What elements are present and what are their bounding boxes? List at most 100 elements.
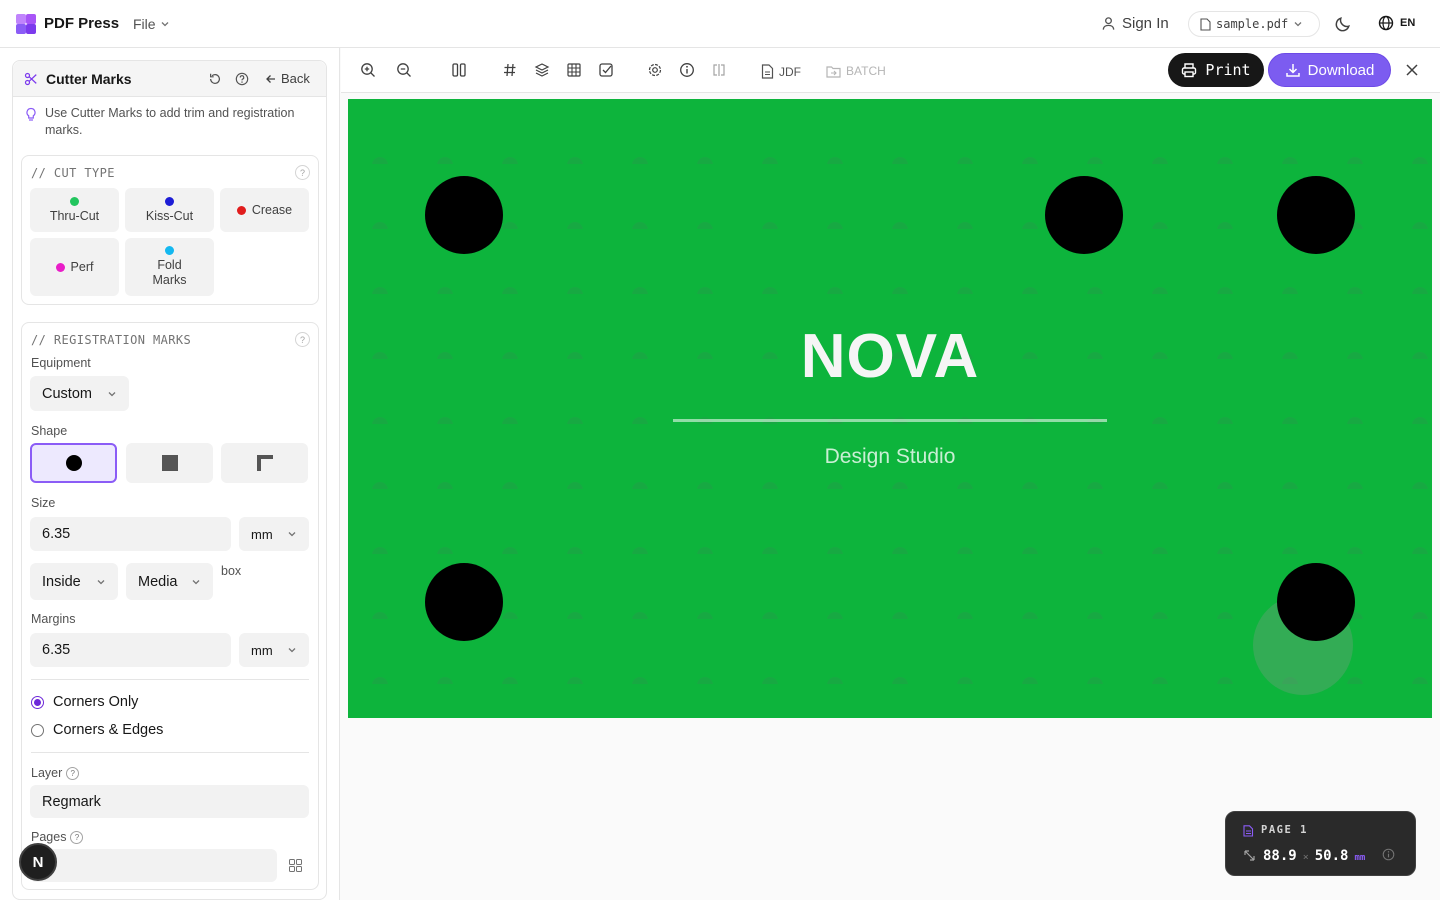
zoom-in-icon[interactable] <box>360 62 376 78</box>
page-width: 88.9 <box>1263 848 1297 864</box>
corners-only-radio[interactable]: Corners Only <box>31 694 138 710</box>
file-text-icon <box>761 64 774 79</box>
radio-indicator <box>31 723 44 737</box>
document-title: NOVA <box>800 322 980 391</box>
chevron-down-icon <box>288 532 296 537</box>
registration-mark <box>425 563 503 641</box>
file-menu-label: File <box>133 16 156 32</box>
jdf-button[interactable]: JDF <box>761 64 801 79</box>
close-icon[interactable] <box>1405 63 1419 77</box>
cut-type-perf[interactable]: Perf <box>30 238 119 296</box>
arrow-left-icon <box>266 74 275 83</box>
grid-picker-icon[interactable] <box>289 859 302 872</box>
shape-circle-button[interactable] <box>30 443 117 483</box>
shape-square-button[interactable] <box>126 443 213 483</box>
pdf-press-logo-icon[interactable] <box>16 14 36 34</box>
thru-cut-color-dot <box>70 196 79 206</box>
cut-type-card: // CUT TYPE ? Thru-Cut Kiss-Cut Crease P… <box>21 155 319 305</box>
moon-icon[interactable] <box>1335 15 1352 32</box>
file-selector[interactable]: sample.pdf <box>1188 11 1320 37</box>
download-button[interactable]: Download <box>1268 53 1391 87</box>
help-icon[interactable]: ? <box>295 332 310 347</box>
margins-label: Margins <box>31 612 76 626</box>
equipment-label: Equipment <box>31 356 91 370</box>
panel-title: Cutter Marks <box>46 71 132 87</box>
margins-unit-value: mm <box>251 642 273 658</box>
print-button[interactable]: Print <box>1168 53 1264 87</box>
size-unit-select[interactable]: mm <box>239 517 309 551</box>
document-subtitle: Design Studio <box>824 445 956 468</box>
layer-label-row: Layer? <box>31 766 80 781</box>
size-value: 6.35 <box>42 526 71 542</box>
chevron-down-icon <box>97 579 105 584</box>
info-icon[interactable] <box>1382 848 1395 861</box>
language-selector[interactable]: EN <box>1378 15 1415 31</box>
position-select[interactable]: Inside <box>30 563 118 600</box>
help-icon[interactable]: ? <box>66 767 80 781</box>
table-grid-icon[interactable] <box>566 62 582 78</box>
zoom-out-icon[interactable] <box>396 62 412 78</box>
size-label: Size <box>31 496 56 510</box>
layers-icon[interactable] <box>534 62 550 78</box>
back-button[interactable]: Back <box>265 71 310 86</box>
position-value: Inside <box>42 573 81 590</box>
registration-marks-title: // REGISTRATION MARKS <box>31 333 192 347</box>
cut-type-kiss-cut[interactable]: Kiss-Cut <box>125 188 214 232</box>
registration-mark <box>1277 563 1355 641</box>
cut-type-fold-marks[interactable]: Fold Marks <box>125 238 214 296</box>
pages-input[interactable] <box>30 849 277 882</box>
compare-icon[interactable] <box>711 62 727 78</box>
box-value: Media <box>138 573 178 590</box>
registration-mark <box>1045 176 1123 254</box>
cut-type-label: Fold Marks <box>152 258 187 287</box>
chevron-down-icon <box>288 648 296 653</box>
shape-label: Shape <box>31 424 68 438</box>
checkbox-icon[interactable] <box>598 62 614 78</box>
margins-input[interactable]: 6.35 <box>30 633 231 667</box>
app-name[interactable]: PDF Press <box>44 15 119 32</box>
corner-shape-icon <box>256 455 273 471</box>
page-height: 50.8 <box>1314 848 1349 864</box>
help-icon[interactable] <box>235 72 249 86</box>
perf-color-dot <box>55 262 65 272</box>
reset-icon[interactable] <box>208 72 222 86</box>
gear-icon[interactable] <box>647 62 663 78</box>
chevron-down-icon <box>1294 22 1302 27</box>
download-icon <box>1285 64 1300 77</box>
batch-button[interactable]: BATCH <box>826 64 886 78</box>
printer-icon <box>1182 63 1197 78</box>
fold-marks-color-dot <box>165 246 174 255</box>
cut-type-thru-cut[interactable]: Thru-Cut <box>30 188 119 232</box>
batch-label: BATCH <box>846 64 886 78</box>
info-icon[interactable] <box>679 62 695 78</box>
shape-corner-button[interactable] <box>221 443 308 483</box>
margins-unit-select[interactable]: mm <box>239 633 309 667</box>
tip-text: Use Cutter Marks to add trim and registr… <box>45 106 295 137</box>
help-icon[interactable]: ? <box>295 165 310 180</box>
file-icon <box>1243 825 1254 837</box>
corners-edges-radio[interactable]: Corners & Edges <box>31 722 163 738</box>
layer-input[interactable]: Regmark <box>30 785 309 818</box>
registration-marks-card: // REGISTRATION MARKS ? Equipment Custom… <box>21 322 319 890</box>
registration-mark <box>1277 176 1355 254</box>
hash-icon[interactable] <box>502 62 518 78</box>
registration-mark <box>425 176 503 254</box>
box-select[interactable]: Media <box>126 563 213 600</box>
layer-value: Regmark <box>42 793 101 810</box>
pdf-page-canvas[interactable]: NOVA Design Studio <box>348 99 1432 718</box>
help-icon[interactable]: ? <box>70 831 84 845</box>
file-menu[interactable]: File <box>133 16 170 32</box>
equipment-select[interactable]: Custom <box>30 376 129 411</box>
cutter-marks-panel: Cutter Marks Back Use Cutter Marks to ad… <box>12 60 327 900</box>
size-input[interactable]: 6.35 <box>30 517 231 551</box>
sidebar: Cutter Marks Back Use Cutter Marks to ad… <box>0 48 340 900</box>
sign-in-button[interactable]: Sign In <box>1101 15 1169 32</box>
avatar[interactable]: N <box>19 843 57 881</box>
cut-type-crease[interactable]: Crease <box>220 188 309 232</box>
cut-type-label: Perf <box>70 259 94 274</box>
divider <box>31 679 309 680</box>
size-unit-value: mm <box>251 526 273 542</box>
cut-type-label: Kiss-Cut <box>145 208 194 223</box>
columns-icon[interactable] <box>451 62 467 78</box>
dimension-separator: × <box>1302 852 1309 863</box>
